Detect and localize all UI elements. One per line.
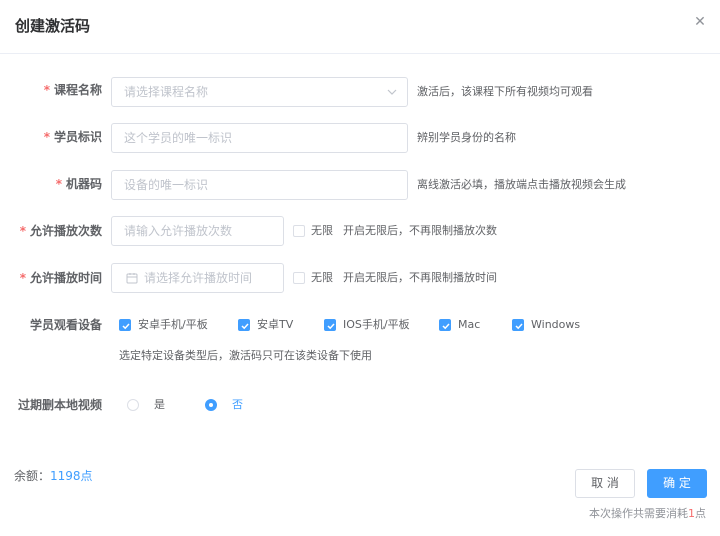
checkmark-icon <box>515 323 523 330</box>
student-row: * 学员标识 这个学员的唯一标识 辨别学员身份的名称 <box>0 120 720 154</box>
devices-hint: 选定特定设备类型后，激活码只可在该类设备下使用 <box>119 349 372 362</box>
play-time-hint: 开启无限后，不再限制播放时间 <box>343 271 497 284</box>
course-row: * 课程名称 请选择课程名称 激活后，该课程下所有视频均可观看 <box>0 73 720 107</box>
play-count-label: * 允许播放次数 <box>19 224 102 238</box>
device-checkbox-android-tv[interactable] <box>238 319 250 331</box>
delete-local-row: 过期删本地视频 是 否 <box>0 388 720 422</box>
play-count-row: * 允许播放次数 请输入允许播放次数 无限 开启无限后，不再限制播放次数 <box>0 214 720 248</box>
machine-hint: 离线激活必填，播放端点击播放视频会生成 <box>417 178 626 191</box>
devices-row: 学员观看设备 安卓手机/平板 安卓TV IOS手机/平板 Mac Windows <box>0 308 720 342</box>
device-checkbox-android-phone[interactable] <box>119 319 131 331</box>
device-label-windows[interactable]: Windows <box>531 318 580 332</box>
delete-local-label-yes[interactable]: 是 <box>154 398 165 412</box>
student-input[interactable]: 这个学员的唯一标识 <box>111 123 408 153</box>
machine-row: * 机器码 设备的唯一标识 离线激活必填，播放端点击播放视频会生成 <box>0 167 720 201</box>
device-checkbox-windows[interactable] <box>512 319 524 331</box>
balance-text: 余额：1198点 <box>14 469 93 483</box>
course-select[interactable]: 请选择课程名称 <box>111 77 408 107</box>
cancel-button[interactable]: 取 消 <box>575 469 635 498</box>
play-time-unlimited-label[interactable]: 无限 <box>311 271 333 285</box>
machine-input[interactable]: 设备的唯一标识 <box>111 170 408 200</box>
play-time-placeholder: 请选择允许播放时间 <box>144 271 253 285</box>
student-label: * 学员标识 <box>43 130 102 144</box>
play-time-row: * 允许播放时间 请选择允许播放时间 无限 开启无限后，不再限制播放时间 <box>0 261 720 295</box>
course-placeholder: 请选择课程名称 <box>124 85 209 99</box>
play-time-date-picker[interactable]: 请选择允许播放时间 <box>111 263 284 293</box>
checkmark-icon <box>241 323 249 330</box>
play-time-label: * 允许播放时间 <box>19 271 102 285</box>
machine-label: * 机器码 <box>55 177 102 191</box>
dialog-header: 创建激活码 ✕ <box>0 0 720 54</box>
devices-label: 学员观看设备 <box>29 318 102 332</box>
play-time-unlimited-checkbox[interactable] <box>293 272 305 284</box>
delete-local-radio-yes[interactable] <box>127 399 139 411</box>
play-count-hint: 开启无限后，不再限制播放次数 <box>343 224 497 237</box>
dialog-title: 创建激活码 <box>15 17 91 35</box>
play-count-placeholder: 请输入允许播放次数 <box>124 224 233 238</box>
student-hint: 辨别学员身份的名称 <box>417 131 516 144</box>
balance-value: 1198点 <box>50 469 93 483</box>
cost-number: 1 <box>688 507 695 520</box>
calendar-icon <box>126 273 138 284</box>
chevron-down-icon <box>387 89 397 95</box>
checkmark-icon <box>442 323 450 330</box>
device-label-android-tv[interactable]: 安卓TV <box>257 318 293 332</box>
checkmark-icon <box>327 323 335 330</box>
device-label-mac[interactable]: Mac <box>458 318 480 332</box>
cost-text: 本次操作共需要消耗1点 <box>589 507 706 520</box>
create-activation-code-dialog: 创建激活码 ✕ * 课程名称 请选择课程名称 激活后，该课程下所有视频均可观看 *… <box>0 0 720 536</box>
confirm-button[interactable]: 确 定 <box>647 469 707 498</box>
delete-local-label: 过期删本地视频 <box>17 398 102 412</box>
delete-local-radio-no[interactable] <box>205 399 217 411</box>
play-count-unlimited-checkbox[interactable] <box>293 225 305 237</box>
play-count-unlimited-label[interactable]: 无限 <box>311 224 333 238</box>
delete-local-label-no[interactable]: 否 <box>232 398 243 412</box>
student-placeholder: 这个学员的唯一标识 <box>124 131 233 145</box>
course-hint: 激活后，该课程下所有视频均可观看 <box>417 85 593 98</box>
device-label-ios[interactable]: IOS手机/平板 <box>343 318 410 332</box>
close-icon[interactable]: ✕ <box>692 14 708 30</box>
course-label: * 课程名称 <box>43 83 102 97</box>
device-checkbox-mac[interactable] <box>439 319 451 331</box>
checkmark-icon <box>122 323 130 330</box>
device-checkbox-ios[interactable] <box>324 319 336 331</box>
machine-placeholder: 设备的唯一标识 <box>124 178 209 192</box>
device-label-android-phone[interactable]: 安卓手机/平板 <box>138 318 208 332</box>
play-count-input[interactable]: 请输入允许播放次数 <box>111 216 284 246</box>
